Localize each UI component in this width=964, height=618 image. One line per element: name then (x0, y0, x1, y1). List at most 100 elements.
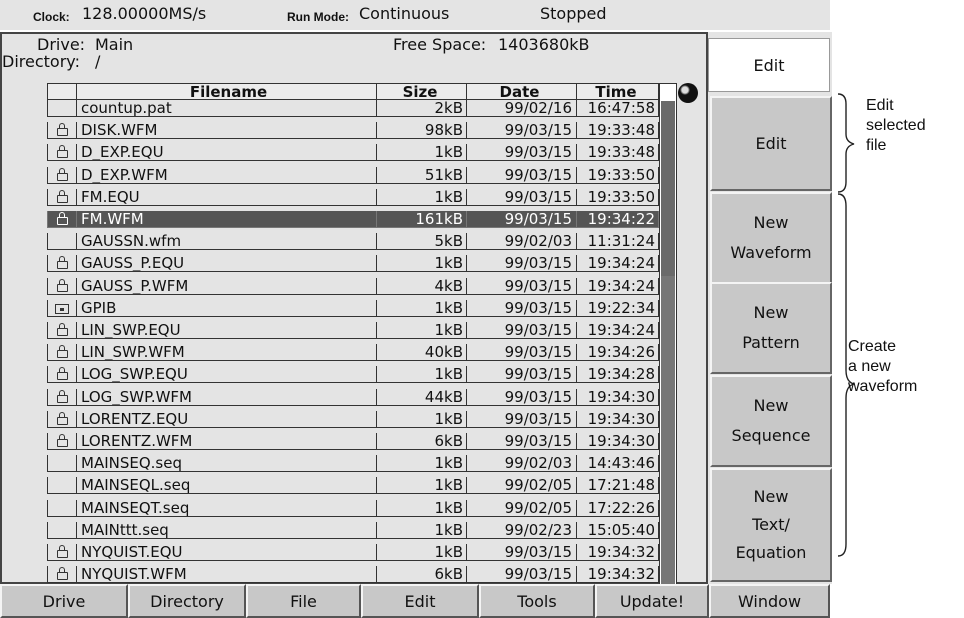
filename-cell: MAINSEQ.seq (77, 455, 377, 473)
scrollbar[interactable] (659, 83, 677, 587)
size-header[interactable]: Size (377, 83, 467, 100)
new-text-line1: New (753, 487, 789, 506)
file-type-cell (47, 544, 77, 561)
table-row[interactable]: MAINttt.seq 1kB 99/02/23 15:05:40 (47, 521, 659, 539)
filename-header[interactable]: Filename (77, 83, 377, 100)
file-type-cell (47, 455, 77, 473)
run-mode-value: Continuous (359, 4, 450, 23)
table-row[interactable]: GAUSS_P.EQU 1kB 99/03/15 19:34:24 (47, 255, 659, 273)
drive-value: Main (95, 35, 134, 54)
time-cell: 19:34:26 (577, 344, 659, 362)
size-cell: 1kB (377, 255, 467, 273)
table-row[interactable]: DISK.WFM 98kB 99/03/15 19:33:48 (47, 122, 659, 140)
time-cell: 11:31:24 (577, 233, 659, 251)
lock-icon (56, 212, 68, 225)
table-row[interactable]: GPIB 1kB 99/03/15 19:22:34 (47, 299, 659, 317)
table-row[interactable]: LIN_SWP.EQU 1kB 99/03/15 19:34:24 (47, 322, 659, 339)
table-row[interactable]: MAINSEQL.seq 1kB 99/02/05 17:21:48 (47, 477, 659, 495)
edit-selected-annotation: Edit selected file (866, 96, 926, 156)
table-row[interactable]: NYQUIST.WFM 6kB 99/03/15 19:34:32 (47, 566, 659, 584)
time-cell: 19:33:48 (577, 122, 659, 140)
file-type-cell (47, 277, 77, 295)
new-pattern-button[interactable]: New Pattern (710, 282, 832, 374)
update-menu-button[interactable]: Update! (595, 584, 709, 618)
table-row[interactable]: LIN_SWP.WFM 40kB 99/03/15 19:34:26 (47, 344, 659, 362)
new-text-line2: Text/ (752, 515, 790, 534)
table-row[interactable]: D_EXP.WFM 51kB 99/03/15 19:33:50 (47, 166, 659, 184)
time-cell: 19:34:32 (577, 544, 659, 561)
filename-cell: FM.EQU (77, 188, 377, 206)
filename-cell: D_EXP.WFM (77, 166, 377, 184)
lock-icon (56, 323, 68, 336)
scroll-track[interactable] (661, 276, 675, 587)
date-cell: 99/03/15 (467, 322, 577, 339)
size-cell: 51kB (377, 166, 467, 184)
new-text-line3: Equation (735, 543, 807, 562)
table-row[interactable]: LOG_SWP.WFM 44kB 99/03/15 19:34:30 (47, 388, 659, 406)
side-menu-title: Edit (708, 38, 830, 92)
file-type-cell (47, 388, 77, 406)
run-state: Stopped (540, 4, 607, 23)
lock-icon (56, 145, 68, 159)
table-row[interactable]: NYQUIST.EQU 1kB 99/03/15 19:34:32 (47, 544, 659, 561)
filename-cell: D_EXP.EQU (77, 144, 377, 162)
time-cell: 19:22:34 (577, 299, 659, 317)
table-row[interactable]: GAUSSN.wfm 5kB 99/02/03 11:31:24 (47, 233, 659, 251)
size-cell: 1kB (377, 521, 467, 539)
time-cell: 19:34:22 (577, 211, 659, 228)
lock-icon (56, 345, 68, 359)
file-table: Filename Size Date Time countup.pat 2kB 99… (47, 83, 677, 588)
table-row[interactable]: D_EXP.EQU 1kB 99/03/15 19:33:48 (47, 144, 659, 162)
lock-icon (56, 367, 68, 381)
file-type-cell (47, 344, 77, 362)
lock-icon (56, 189, 68, 203)
annotation-line: selected (866, 117, 926, 134)
create-new-annotation: Create a new waveform (848, 337, 917, 397)
time-cell: 17:21:48 (577, 477, 659, 495)
time-cell: 19:34:24 (577, 255, 659, 273)
time-header[interactable]: Time (577, 83, 659, 100)
size-cell: 5kB (377, 233, 467, 251)
file-type-cell (47, 366, 77, 384)
table-row[interactable]: LORENTZ.WFM 6kB 99/03/15 19:34:30 (47, 433, 659, 450)
time-cell: 16:47:58 (577, 100, 659, 117)
size-cell: 98kB (377, 122, 467, 140)
annotation-line: Create (848, 338, 897, 355)
scroll-thumb[interactable] (661, 101, 675, 276)
time-cell: 19:33:50 (577, 188, 659, 206)
table-row[interactable]: LOG_SWP.EQU 1kB 99/03/15 19:34:28 (47, 366, 659, 384)
table-row[interactable]: FM.EQU 1kB 99/03/15 19:33:50 (47, 188, 659, 206)
time-cell: 14:43:46 (577, 455, 659, 473)
size-cell: 1kB (377, 455, 467, 473)
date-cell: 99/03/15 (467, 144, 577, 162)
table-row[interactable]: countup.pat 2kB 99/02/16 16:47:58 (47, 100, 659, 117)
date-header[interactable]: Date (467, 83, 577, 100)
clock-label: Clock: (33, 10, 70, 24)
table-header: Filename Size Date Time (47, 83, 659, 100)
new-text-equation-button[interactable]: New Text/ Equation (710, 468, 832, 582)
date-cell: 99/03/15 (467, 277, 577, 295)
date-cell: 99/03/15 (467, 299, 577, 317)
tools-menu-button[interactable]: Tools (479, 584, 595, 618)
table-row[interactable]: MAINSEQT.seq 1kB 99/02/05 17:22:26 (47, 499, 659, 517)
table-row[interactable]: LORENTZ.EQU 1kB 99/03/15 19:34:30 (47, 410, 659, 428)
edit-menu-button[interactable]: Edit (361, 584, 479, 618)
new-waveform-button[interactable]: New Waveform (710, 192, 832, 284)
filename-cell: GAUSS_P.EQU (77, 255, 377, 273)
directory-menu-button[interactable]: Directory (128, 584, 246, 618)
date-cell: 99/02/03 (467, 455, 577, 473)
window-menu-button[interactable]: Window (709, 584, 830, 618)
file-type-cell (47, 255, 77, 273)
table-row[interactable]: GAUSS_P.WFM 4kB 99/03/15 19:34:24 (47, 277, 659, 295)
edit-button[interactable]: Edit (710, 96, 832, 191)
annotation-line: waveform (848, 378, 918, 395)
file-panel: Drive: Main Directory: / Free Space: 140… (0, 32, 708, 587)
lock-icon (56, 167, 68, 181)
new-sequence-button[interactable]: New Sequence (710, 375, 832, 467)
table-row[interactable]: MAINSEQ.seq 1kB 99/02/03 14:43:46 (47, 455, 659, 473)
table-row[interactable]: FM.WFM 161kB 99/03/15 19:34:22 (47, 211, 659, 228)
file-menu-button[interactable]: File (246, 584, 361, 618)
filename-cell: LORENTZ.EQU (77, 410, 377, 428)
drive-menu-button[interactable]: Drive (0, 584, 128, 618)
filename-cell: MAINttt.seq (77, 521, 377, 539)
